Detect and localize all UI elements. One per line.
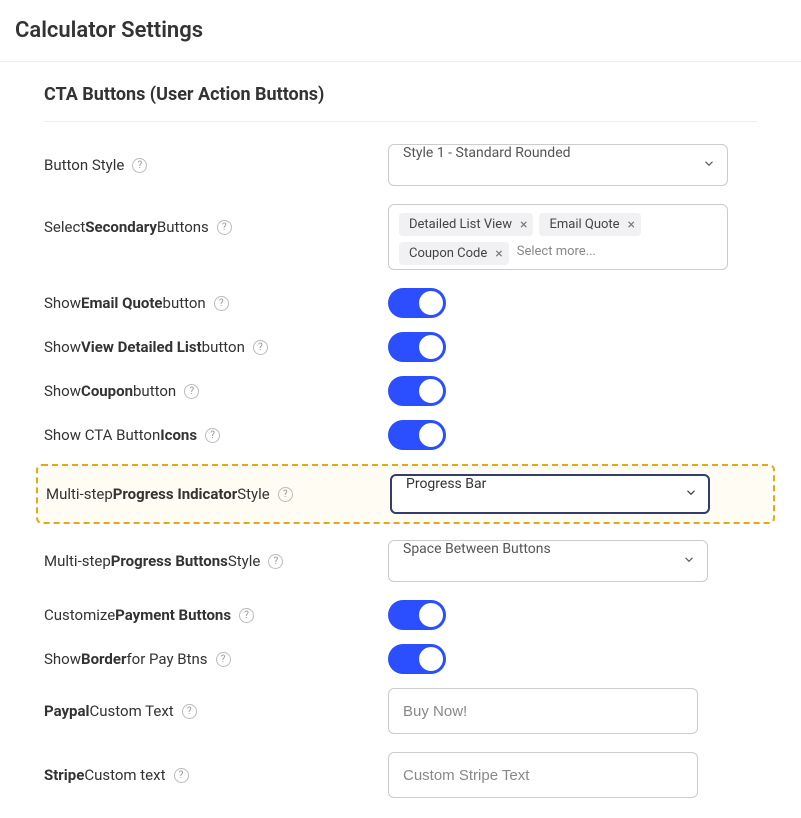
toggle-show-email-quote[interactable] [388,288,446,318]
toggle-knob [419,423,443,447]
label-secondary-buttons: Select Secondary Buttons ? [44,204,388,236]
toggle-show-detailed-list[interactable] [388,332,446,362]
label-text: Buttons [157,218,209,236]
multiselect-placeholder[interactable]: Select more... [515,242,598,265]
label-bold: Paypal [44,702,90,720]
toggle-knob [419,379,443,403]
help-icon[interactable]: ? [239,608,254,623]
settings-content: CTA Buttons (User Action Buttons) Button… [0,62,801,818]
label-text: button [163,294,206,312]
label-bold: Progress Buttons [111,552,228,570]
label-customize-payment: Customize Payment Buttons ? [44,606,388,624]
help-icon[interactable]: ? [278,487,293,502]
label-text: Select [44,218,85,236]
row-stripe-text: Stripe Custom text ? [44,752,757,798]
remove-tag-icon[interactable]: × [628,218,635,232]
help-icon[interactable]: ? [268,554,283,569]
remove-tag-icon[interactable]: × [495,247,502,261]
help-icon[interactable]: ? [174,768,189,783]
help-icon[interactable]: ? [216,652,231,667]
row-show-coupon: Show Coupon button ? [44,376,757,406]
row-secondary-buttons: Select Secondary Buttons ? Detailed List… [44,204,757,270]
label-show-coupon: Show Coupon button ? [44,382,388,400]
label-text: Show CTA Button [44,426,160,444]
label-bold: Secondary [85,218,157,236]
row-show-email-quote: Show Email Quote button ? [44,288,757,318]
toggle-knob [419,291,443,315]
remove-tag-icon[interactable]: × [520,218,527,232]
toggle-knob [419,647,443,671]
input-stripe-text[interactable] [388,752,698,798]
label-text: Show [44,382,81,400]
tag-email-quote: Email Quote × [539,213,641,236]
toggle-show-coupon[interactable] [388,376,446,406]
row-progress-indicator-highlighted: Multi-step Progress Indicator Style ? Pr… [36,464,775,524]
tag-label: Coupon Code [409,246,487,261]
label-text: Style [228,552,261,570]
label-show-email-quote: Show Email Quote button ? [44,294,388,312]
label-text: Multi-step [44,552,111,570]
label-paypal-text: Paypal Custom Text ? [44,702,388,720]
label-text: Show [44,338,81,356]
label-bold: Coupon [81,382,133,400]
help-icon[interactable]: ? [205,428,220,443]
row-show-cta-icons: Show CTA Button Icons ? [44,420,757,450]
label-progress-indicator: Multi-step Progress Indicator Style ? [44,485,390,503]
label-bold: Progress Indicator [113,485,237,503]
label-progress-buttons: Multi-step Progress Buttons Style ? [44,552,388,570]
label-text: Custom text [84,766,165,784]
label-show-border-pay: Show Border for Pay Btns ? [44,650,388,668]
label-button-style: Button Style ? [44,156,388,174]
help-icon[interactable]: ? [217,220,232,235]
label-bold: View Detailed List [81,338,202,356]
toggle-knob [419,335,443,359]
select-progress-indicator[interactable]: Progress Bar [390,474,710,514]
label-text: Style [237,485,270,503]
tag-label: Detailed List View [409,217,512,232]
label-text: button [202,338,245,356]
row-show-detailed-list: Show View Detailed List button ? [44,332,757,362]
label-text: for Pay Btns [126,650,207,668]
input-paypal-text[interactable] [388,688,698,734]
help-icon[interactable]: ? [214,296,229,311]
label-text: button [133,382,176,400]
row-progress-buttons: Multi-step Progress Buttons Style ? Spac… [44,540,757,582]
label-text: Custom Text [90,702,174,720]
label-bold: Stripe [44,766,84,784]
multiselect-secondary-buttons[interactable]: Detailed List View × Email Quote × Coupo… [388,204,728,270]
tag-detailed-list-view: Detailed List View × [399,213,533,236]
label-text: Button Style [44,156,124,174]
help-icon[interactable]: ? [184,384,199,399]
select-button-style[interactable]: Style 1 - Standard Rounded [388,144,728,186]
label-bold: Icons [160,426,197,444]
label-text: Show [44,294,81,312]
label-stripe-text: Stripe Custom text ? [44,766,388,784]
label-bold: Border [81,650,126,668]
label-bold: Email Quote [81,294,163,312]
label-show-detailed-list: Show View Detailed List button ? [44,338,388,356]
row-paypal-text: Paypal Custom Text ? [44,688,757,734]
section-header-cta: CTA Buttons (User Action Buttons) [44,84,757,122]
label-text: Show [44,650,81,668]
toggle-customize-payment[interactable] [388,600,446,630]
toggle-show-cta-icons[interactable] [388,420,446,450]
help-icon[interactable]: ? [182,704,197,719]
label-bold: Payment Buttons [115,606,231,624]
help-icon[interactable]: ? [253,340,268,355]
toggle-show-border-pay[interactable] [388,644,446,674]
select-progress-buttons[interactable]: Space Between Buttons [388,540,708,582]
row-button-style: Button Style ? Style 1 - Standard Rounde… [44,144,757,186]
row-customize-payment: Customize Payment Buttons ? [44,600,757,630]
label-text: Multi-step [46,485,113,503]
tag-label: Email Quote [549,217,619,232]
tag-coupon-code: Coupon Code × [399,242,509,265]
help-icon[interactable]: ? [132,158,147,173]
row-show-border-pay: Show Border for Pay Btns ? [44,644,757,674]
page-title: Calculator Settings [0,0,801,62]
label-text: Customize [44,606,115,624]
label-show-cta-icons: Show CTA Button Icons ? [44,426,388,444]
toggle-knob [419,603,443,627]
